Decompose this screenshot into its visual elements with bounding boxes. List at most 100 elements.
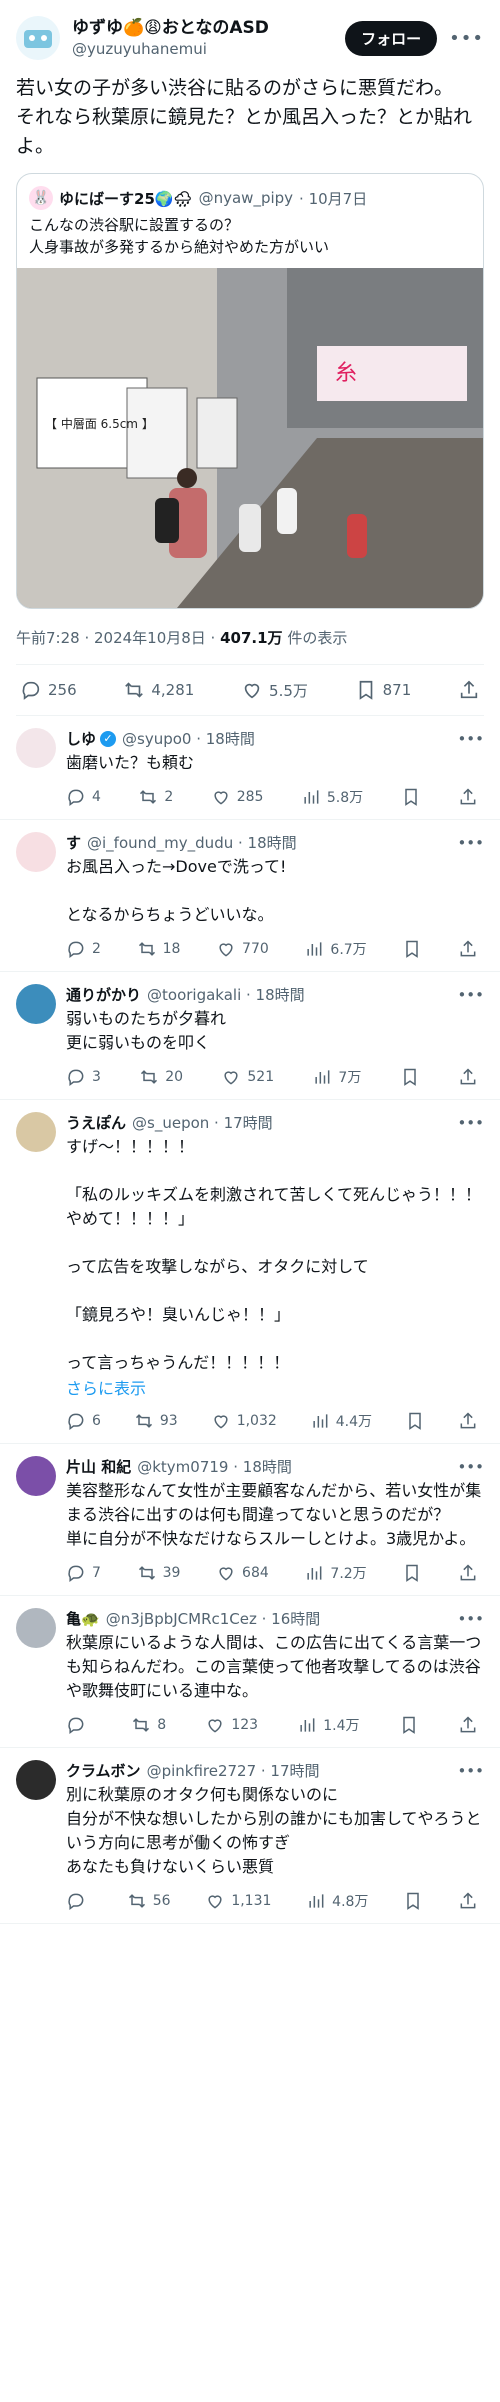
more-options-icon[interactable]: ••• — [457, 1114, 484, 1132]
reply-handle[interactable]: @i_found_my_dudu · 18時間 — [87, 832, 297, 853]
reply-item[interactable]: 通りがかり @toorigakali · 18時間 ••• 弱いものたちが夕暮れ 更に… — [0, 972, 500, 1100]
bookmark-button[interactable] — [402, 939, 422, 959]
reply-display-name[interactable]: 亀🐢 — [66, 1608, 100, 1629]
reply-button[interactable]: 4 — [66, 787, 101, 807]
reply-item[interactable]: クラムボン @pinkfire2727 · 17時間 ••• 別に秋葉原のオタク何も関… — [0, 1748, 500, 1924]
reply-icon — [66, 1891, 86, 1911]
show-more-link[interactable]: さらに表示 — [66, 1375, 484, 1399]
like-button[interactable]: 1,032 — [211, 1411, 277, 1431]
like-button[interactable]: 1,131 — [205, 1891, 271, 1911]
reply-button[interactable]: 3 — [66, 1067, 101, 1087]
like-button[interactable]: 285 — [211, 787, 263, 807]
like-button[interactable]: 770 — [216, 939, 269, 959]
reply-avatar[interactable] — [16, 1112, 56, 1152]
reply-display-name[interactable]: クラムボン — [66, 1760, 141, 1781]
reply-handle[interactable]: @syupo0 · 18時間 — [122, 728, 255, 749]
reply-item[interactable]: うえぽん @s_uepon · 17時間 ••• すげ〜！！！！！ 「私のルッキズムを… — [0, 1100, 500, 1444]
bookmark-button[interactable] — [400, 1067, 420, 1087]
reply-item[interactable]: 片山 和紀 @ktym0719 · 18時間 ••• 美容整形なんて女性が主要顧客なん… — [0, 1444, 500, 1596]
repost-button[interactable]: 2 — [138, 787, 173, 807]
reply-avatar[interactable] — [16, 1456, 56, 1496]
reply-item[interactable]: しゆ ✓ @syupo0 · 18時間 ••• 歯磨いた？も頼む 4 2 285 5.8万 — [0, 716, 500, 820]
share-button[interactable] — [458, 1891, 478, 1911]
reply-item[interactable]: 亀🐢 @n3jBpbJCMRc1Cez · 16時間 ••• 秋葉原にいるような人間は… — [0, 1596, 500, 1748]
views-button[interactable]: 4.8万 — [306, 1891, 368, 1911]
quoted-post[interactable]: 🐰 ゆにばーす25🌍🌧 @nyaw_pipy · 10月7日 こんなの渋谷駅に設… — [16, 173, 484, 609]
reply-button[interactable]: 7 — [66, 1563, 101, 1583]
reply-item[interactable]: す @i_found_my_dudu · 18時間 ••• お風呂入った→Doveで洗… — [0, 820, 500, 972]
repost-button[interactable]: 4,281 — [123, 679, 194, 701]
share-button[interactable] — [458, 1563, 478, 1583]
more-options-icon[interactable]: ••• — [457, 834, 484, 852]
reply-handle[interactable]: @ktym0719 · 18時間 — [137, 1456, 292, 1477]
heart-icon — [216, 1563, 236, 1583]
reply-display-name[interactable]: す — [66, 832, 81, 853]
reply-icon — [66, 939, 86, 959]
views-button[interactable]: 4.4万 — [310, 1411, 372, 1431]
share-button[interactable] — [458, 1715, 478, 1735]
author-avatar[interactable] — [16, 16, 60, 60]
share-button[interactable] — [458, 679, 480, 701]
reply-button[interactable]: 2 — [66, 939, 101, 959]
more-options-icon[interactable]: ••• — [457, 730, 484, 748]
reply-avatar[interactable] — [16, 728, 56, 768]
bookmark-button[interactable] — [405, 1411, 425, 1431]
views-button[interactable]: 7万 — [312, 1067, 361, 1087]
more-options-icon[interactable]: ••• — [457, 1458, 484, 1476]
reply-text: 秋葉原にいるような人間は、この広告に出てくる言葉一つも知らねんだわ。この言葉使っ… — [66, 1633, 482, 1700]
like-button[interactable]: 5.5万 — [241, 679, 308, 701]
bookmark-button[interactable] — [403, 1891, 423, 1911]
reply-handle[interactable]: @pinkfire2727 · 17時間 — [147, 1760, 320, 1781]
repost-icon — [125, 682, 144, 698]
like-button[interactable]: 123 — [205, 1715, 258, 1735]
quoted-avatar: 🐰 — [29, 186, 53, 210]
reply-display-name[interactable]: 通りがかり — [66, 984, 141, 1005]
repost-icon — [131, 1715, 151, 1735]
more-options-icon[interactable]: ••• — [457, 1610, 484, 1628]
views-button[interactable]: 1.4万 — [297, 1715, 360, 1735]
reply-button[interactable]: 256 — [20, 679, 77, 701]
reply-handle[interactable]: @n3jBpbJCMRc1Cez · 16時間 — [106, 1608, 321, 1629]
views-button[interactable]: 7.2万 — [304, 1563, 367, 1583]
more-options-icon[interactable]: ••• — [449, 28, 484, 49]
reply-handle[interactable]: @toorigakali · 18時間 — [147, 984, 305, 1005]
more-options-icon[interactable]: ••• — [457, 1762, 484, 1780]
author-handle[interactable]: @yuzuyuhanemui — [72, 39, 345, 59]
reply-handle[interactable]: @s_uepon · 17時間 — [132, 1112, 273, 1133]
reply-icon — [66, 1411, 86, 1431]
share-button[interactable] — [458, 939, 478, 959]
reply-display-name[interactable]: 片山 和紀 — [66, 1456, 131, 1477]
more-options-icon[interactable]: ••• — [457, 986, 484, 1004]
post-timestamp[interactable]: 午前7:28 · 2024年10月8日 · — [16, 629, 220, 647]
reply-avatar[interactable] — [16, 1608, 56, 1648]
reply-avatar[interactable] — [16, 984, 56, 1024]
reply-display-name[interactable]: しゆ — [66, 728, 96, 749]
reply-button[interactable] — [66, 1715, 92, 1735]
repost-button[interactable]: 56 — [127, 1891, 171, 1911]
reply-button[interactable]: 6 — [66, 1411, 101, 1431]
like-button[interactable]: 521 — [221, 1067, 274, 1087]
follow-button[interactable]: フォロー — [345, 20, 438, 56]
share-button[interactable] — [458, 1067, 478, 1087]
author-display-name[interactable]: ゆずゆ🍊😩おとなのASD — [72, 17, 345, 39]
repost-button[interactable]: 93 — [134, 1411, 178, 1431]
reply-avatar[interactable] — [16, 832, 56, 872]
views-button[interactable]: 6.7万 — [304, 939, 367, 959]
bookmark-button[interactable]: 871 — [355, 679, 411, 701]
views-button[interactable]: 5.8万 — [301, 787, 363, 807]
reply-button[interactable] — [66, 1891, 92, 1911]
bookmark-button[interactable] — [401, 787, 421, 807]
share-button[interactable] — [458, 1411, 478, 1431]
share-button[interactable] — [458, 787, 478, 807]
reply-avatar[interactable] — [16, 1760, 56, 1800]
reply-display-name[interactable]: うえぽん — [66, 1112, 126, 1133]
views-icon — [306, 1891, 326, 1911]
repost-button[interactable]: 20 — [139, 1067, 183, 1087]
repost-button[interactable]: 18 — [137, 939, 180, 959]
repost-button[interactable]: 8 — [131, 1715, 166, 1735]
bookmark-button[interactable] — [399, 1715, 419, 1735]
like-button[interactable]: 684 — [216, 1563, 269, 1583]
repost-button[interactable]: 39 — [137, 1563, 180, 1583]
bookmark-button[interactable] — [402, 1563, 422, 1583]
quoted-photo[interactable]: 糸 【 中層面 6.5cm 】 — [17, 268, 483, 608]
